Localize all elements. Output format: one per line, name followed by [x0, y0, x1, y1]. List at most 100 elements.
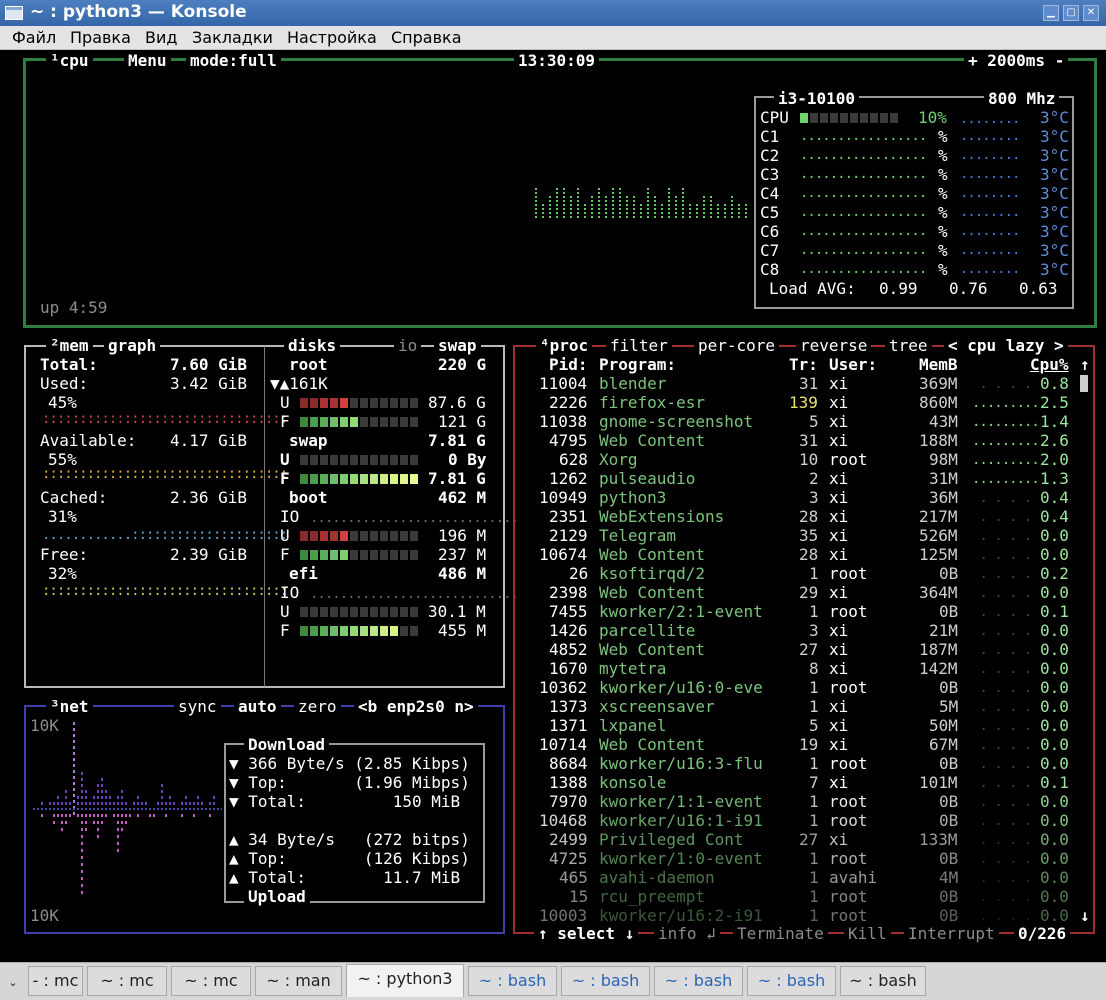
net-sync-toggle[interactable]: sync	[174, 697, 221, 716]
net-box-title[interactable]: ³net	[46, 697, 93, 716]
net-baseline-dot	[49, 808, 51, 810]
cpu-graph-dot	[563, 208, 565, 210]
menu-edit[interactable]: Правка	[70, 28, 131, 47]
net-download-dot	[97, 790, 99, 793]
minimize-button[interactable]: ▁	[1043, 5, 1059, 21]
maximize-button[interactable]: ▢	[1063, 5, 1079, 21]
proc-threads: 35	[799, 526, 819, 545]
net-zero-toggle[interactable]: zero	[294, 697, 341, 716]
net-upload-dot	[81, 828, 83, 831]
net-upload-dot	[117, 842, 119, 845]
net-interface-selector[interactable]: <b enp2s0 n>	[354, 697, 478, 716]
disks-swap-toggle[interactable]: swap	[434, 336, 481, 355]
scroll-down-arrow-icon[interactable]: ↓	[1080, 906, 1090, 925]
cpu-graph-dot	[696, 208, 698, 210]
menu-view[interactable]: Вид	[145, 28, 177, 47]
cpu-graph-dot	[612, 188, 614, 190]
mem-box-title[interactable]: ²mem	[46, 336, 93, 355]
net-upload-dot	[81, 842, 83, 845]
menu-settings[interactable]: Настройка	[287, 28, 377, 47]
load-avg-5: 0.76	[949, 279, 988, 298]
cpu-interval-control[interactable]: + 2000ms -	[964, 51, 1069, 70]
cpu-graph-dot	[731, 204, 733, 206]
cpu-graph-dot	[675, 196, 677, 198]
disks-io-toggle[interactable]: io	[394, 336, 422, 355]
cpu-core-temp-graph: ........	[960, 204, 1020, 220]
proc-header-pid[interactable]: Pid:	[549, 355, 588, 374]
tab-item[interactable]: ~ : bash	[747, 966, 836, 996]
menu-file[interactable]: Файл	[12, 28, 56, 47]
mem-available-graph: :::::::::::::::::::::::::::::::::	[42, 466, 288, 482]
menu-help[interactable]: Справка	[391, 28, 462, 47]
net-baseline-dot	[37, 808, 39, 810]
cpu-graph-dot	[682, 212, 684, 214]
download-total: ▼ Total: 150 MiB	[229, 792, 461, 811]
proc-header-program[interactable]: Program:	[599, 355, 676, 374]
proc-tree-toggle[interactable]: tree	[885, 336, 932, 355]
mem-free-label: Free:	[40, 545, 89, 564]
net-upload-dot	[97, 828, 99, 831]
proc-scrollbar-thumb[interactable]	[1080, 375, 1088, 392]
cpu-graph-dot	[549, 212, 551, 214]
cpu-box-title[interactable]: ¹cpu	[46, 51, 93, 70]
cpu-mode-button[interactable]: mode:full	[186, 51, 281, 70]
tab-item[interactable]: ~ : bash	[468, 966, 557, 996]
net-download-dot	[49, 802, 51, 805]
proc-sort-selector[interactable]: < cpu lazy >	[944, 336, 1068, 355]
proc-header-mem[interactable]: MemB	[919, 355, 958, 374]
proc-pid: 4852	[549, 640, 588, 659]
proc-interrupt-button[interactable]: Interrupt	[904, 924, 999, 943]
tab-item[interactable]: ~ : bash	[654, 966, 743, 996]
cpu-graph-dot	[703, 196, 705, 198]
net-download-dot	[133, 802, 135, 805]
proc-cpu-graph: . . . .	[972, 699, 1032, 715]
cpu-core-graph: .................	[800, 185, 927, 201]
proc-program: Web Content	[599, 640, 705, 659]
proc-header-cpu[interactable]: Cpu%	[1030, 355, 1069, 374]
proc-mem: 0B	[939, 678, 959, 697]
proc-program: kworker/u16:2-i91	[599, 906, 763, 925]
terminal-area[interactable]: ¹cpu Menu mode:full 13:30:09 + 2000ms - …	[0, 50, 1106, 962]
proc-pid: 10362	[539, 678, 588, 697]
proc-pid: 1262	[549, 469, 588, 488]
proc-threads: 139	[789, 393, 818, 412]
net-download-dot	[101, 778, 103, 781]
proc-select-control[interactable]: ↑ select ↓	[534, 924, 639, 943]
disks-title[interactable]: disks	[284, 336, 341, 355]
tab-item[interactable]: ~ : bash	[840, 966, 926, 996]
tab-item[interactable]: - : mc	[28, 966, 83, 996]
proc-per-core-toggle[interactable]: per-core	[694, 336, 780, 355]
proc-info-button[interactable]: info ↲	[654, 924, 720, 943]
net-auto-toggle[interactable]: auto	[234, 697, 281, 716]
proc-filter-button[interactable]: filter	[606, 336, 672, 355]
mem-graph-toggle[interactable]: graph	[104, 336, 161, 355]
proc-reverse-toggle[interactable]: reverse	[796, 336, 872, 355]
proc-box-title[interactable]: ⁴proc	[536, 336, 593, 355]
cpu-graph-dot	[647, 200, 649, 202]
menu-bookmarks[interactable]: Закладки	[192, 28, 273, 47]
proc-header-threads[interactable]: Tr:	[789, 355, 818, 374]
close-button[interactable]: ✕	[1083, 5, 1099, 21]
cpu-graph-dot	[668, 208, 670, 210]
cpu-graph-dot	[703, 208, 705, 210]
tab-item[interactable]: ~ : bash	[561, 966, 650, 996]
tab-item[interactable]: ~ : man	[255, 966, 342, 996]
tab-item[interactable]: ~ : mc	[171, 966, 251, 996]
cpu-menu-button[interactable]: Menu	[124, 51, 171, 70]
cpu-core-temp-graph: ........	[960, 166, 1020, 182]
tab-item[interactable]: ~ : mc	[87, 966, 167, 996]
cpu-core-label: C2	[760, 146, 780, 165]
tab-item[interactable]: ~ : python3	[346, 964, 464, 997]
net-download-dot	[73, 758, 75, 761]
proc-kill-button[interactable]: Kill	[844, 924, 891, 943]
cpu-total-percent: 10%	[918, 108, 947, 127]
net-download-dot	[65, 796, 67, 799]
cpu-graph-dot	[535, 212, 537, 214]
tab-list-chevron-icon[interactable]: ⌄	[2, 969, 24, 993]
proc-header-user[interactable]: User:	[829, 355, 877, 374]
proc-mem: 67M	[929, 735, 958, 754]
proc-terminate-button[interactable]: Terminate	[733, 924, 828, 943]
proc-cpu-graph: . . . .	[972, 908, 1032, 924]
net-upload-dot	[81, 863, 83, 866]
konsole-app-icon[interactable]	[5, 6, 23, 20]
